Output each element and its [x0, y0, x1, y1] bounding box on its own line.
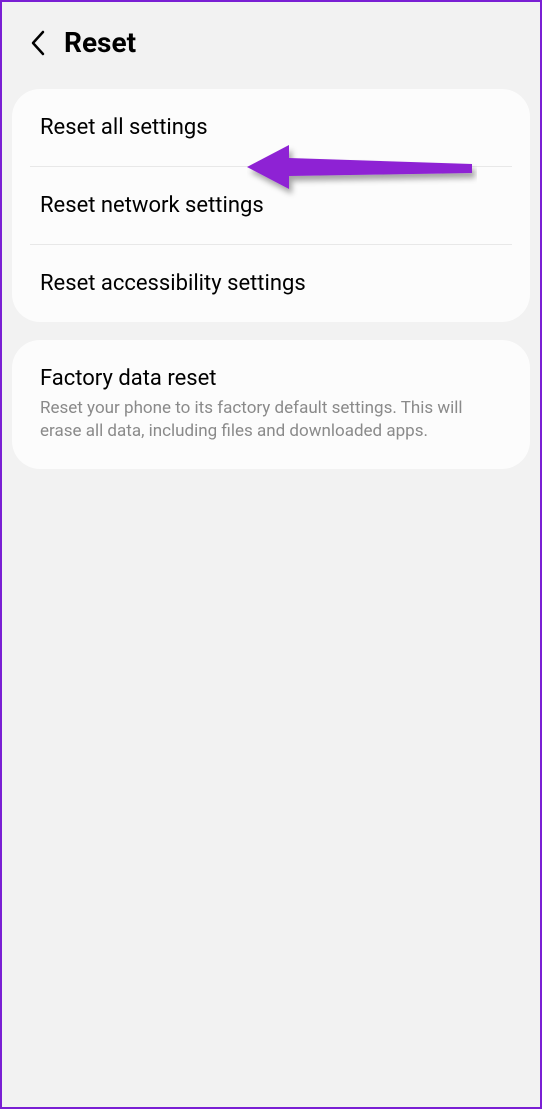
factory-data-reset-item[interactable]: Factory data reset Reset your phone to i…	[12, 340, 530, 469]
back-icon[interactable]	[30, 29, 46, 57]
page-title: Reset	[64, 26, 136, 59]
list-item-label: Factory data reset	[40, 366, 502, 391]
list-item-label: Reset all settings	[40, 115, 502, 140]
reset-accessibility-settings-item[interactable]: Reset accessibility settings	[12, 245, 530, 322]
list-item-label: Reset network settings	[40, 193, 502, 218]
reset-network-settings-item[interactable]: Reset network settings	[12, 167, 530, 244]
reset-all-settings-item[interactable]: Reset all settings	[12, 89, 530, 166]
list-item-description: Reset your phone to its factory default …	[40, 397, 502, 443]
header: Reset	[2, 2, 540, 83]
factory-reset-group: Factory data reset Reset your phone to i…	[12, 340, 530, 469]
reset-options-group: Reset all settings Reset network setting…	[12, 89, 530, 322]
list-item-label: Reset accessibility settings	[40, 271, 502, 296]
